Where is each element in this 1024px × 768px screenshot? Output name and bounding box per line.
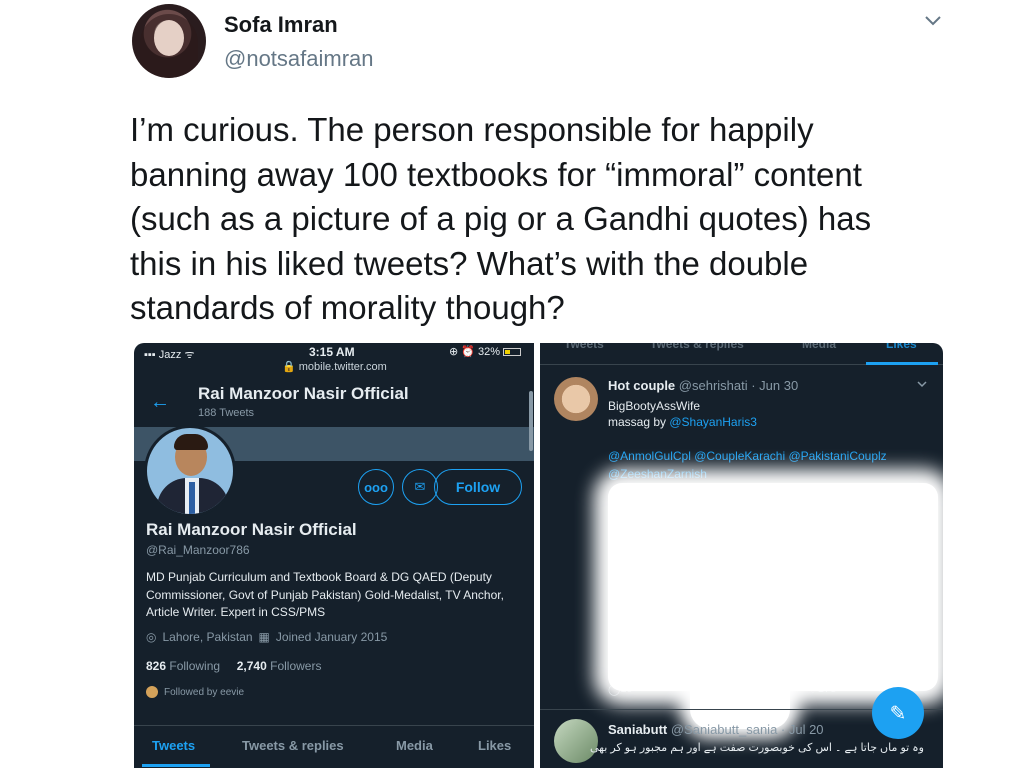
profile-bio: MD Punjab Curriculum and Textbook Board …: [146, 570, 504, 619]
tweet-text-line: I’m curious. The person responsible for …: [130, 111, 814, 148]
carrier-name: Jazz: [158, 349, 182, 361]
calendar-icon: ▦: [258, 630, 270, 644]
tab-tweets[interactable]: Tweets: [564, 343, 604, 351]
profile-screenshot[interactable]: ▪▪▪ Jazz ᯤ 3:15 AM 🔒 mobile.twitter.com …: [134, 343, 534, 768]
followed-by-text: Followed by eevie: [164, 686, 245, 698]
blurred-image-tail: [690, 673, 790, 729]
tab-tweets-replies[interactable]: Tweets & replies: [242, 738, 344, 753]
avatar-tie: [189, 482, 195, 514]
profile-joined: Joined January 2015: [275, 630, 388, 644]
profile-name: Rai Manzoor Nasir Official: [146, 520, 357, 539]
profile-meta: ◎ Lahore, Pakistan ▦ Joined January 2015: [146, 630, 387, 644]
active-tab-indicator: [142, 764, 210, 767]
chevron-down-icon[interactable]: [916, 379, 928, 389]
profile-header-title: Rai Manzoor Nasir Official: [198, 384, 409, 403]
tab-likes[interactable]: Likes: [478, 738, 511, 753]
profile-tabs: Tweets Tweets & replies Media Likes: [134, 725, 534, 768]
tweet-text: massag by: [608, 415, 670, 429]
feather-icon: ✎: [889, 702, 907, 725]
tab-tweets-replies[interactable]: Tweets & replies: [650, 343, 744, 351]
scrollbar[interactable]: [529, 391, 533, 451]
followers-label[interactable]: Followers: [270, 659, 321, 673]
tweet-text-line: standards of morality though?: [130, 289, 565, 326]
followers-count[interactable]: 2,740: [237, 659, 267, 673]
active-tab-indicator: [866, 362, 938, 365]
avatar[interactable]: [132, 4, 206, 78]
back-arrow-icon[interactable]: ←: [150, 392, 170, 412]
followed-by: Followed by eevie: [146, 686, 244, 698]
user-handle[interactable]: @notsafaimran: [224, 46, 374, 72]
author-name: Hot couple: [608, 378, 676, 393]
tab-media[interactable]: Media: [396, 738, 433, 753]
chevron-down-icon[interactable]: [922, 10, 944, 32]
tab-tweets[interactable]: Tweets: [152, 738, 195, 753]
url-bar: 🔒 mobile.twitter.com: [282, 361, 387, 373]
profile-handle: @Rai_Manzoor786: [146, 543, 250, 557]
status-bar: ▪▪▪ Jazz ᯤ 3:15 AM 🔒 mobile.twitter.com …: [134, 343, 534, 375]
tweet-header: Sofa Imran @notsafaimran: [132, 2, 952, 82]
battery-percent: 32%: [478, 346, 501, 358]
message-button[interactable]: ✉: [402, 469, 438, 505]
location-icon: ◎: [146, 630, 157, 644]
tweet-text: وہ تو ماں جاتا ہے ۔ اس کی خوبصورت صفت ہے…: [589, 742, 924, 754]
tweet-line: massag by @ShayanHaris3: [608, 415, 757, 429]
following-label[interactable]: Following: [169, 659, 220, 673]
tweet-count: 188 Tweets: [198, 407, 255, 419]
clock: 3:15 AM: [309, 345, 355, 359]
tweet-text-line: banning away 100 textbooks for “immoral”…: [130, 155, 862, 193]
compose-tweet-button[interactable]: ✎: [872, 687, 924, 739]
tweet-author[interactable]: Saniabutt @Saniabutt_sania · Jul 20: [608, 722, 824, 737]
following-count[interactable]: 826: [146, 659, 166, 673]
blurred-image: [608, 483, 938, 691]
follow-counts: 826 Following 2,740 Followers: [146, 659, 321, 673]
user-name[interactable]: Sofa Imran: [224, 12, 338, 38]
author-name: Saniabutt: [608, 722, 668, 737]
author-meta: @Saniabutt_sania · Jul 20: [670, 722, 824, 737]
follower-avatar: [146, 686, 158, 698]
likes-tabs: Tweets Tweets & replies Media Likes: [540, 343, 943, 365]
battery-indicator: ⊕ ⏰ 32%: [449, 345, 522, 358]
tweet-text-line: this in his liked tweets? What’s with th…: [130, 244, 809, 282]
mention-link[interactable]: @ShayanHaris3: [669, 415, 757, 429]
profile-location: Lahore, Pakistan: [162, 630, 253, 644]
likes-screenshot[interactable]: Tweets Tweets & replies Media Likes Hot …: [540, 343, 943, 768]
tab-media[interactable]: Media: [802, 343, 836, 351]
follow-button[interactable]: Follow: [434, 469, 522, 505]
profile-avatar[interactable]: [144, 425, 236, 517]
more-options-button[interactable]: ooo: [358, 469, 394, 505]
avatar-hair: [174, 434, 208, 450]
battery-icon: [503, 348, 522, 357]
url-text: mobile.twitter.com: [298, 361, 387, 373]
mention-links[interactable]: @ZeeshanZarnish: [608, 467, 707, 481]
mention-links[interactable]: @AnmolGulCpl @CoupleKarachi @PakistaniCo…: [608, 449, 887, 463]
tab-likes[interactable]: Likes: [886, 343, 917, 351]
author-meta: @sehrishati · Jun 30: [678, 378, 799, 393]
avatar-face: [154, 20, 184, 56]
tweet-author[interactable]: Hot couple @sehrishati · Jun 30: [608, 378, 798, 393]
tweet-line: BigBootyAssWife: [608, 399, 701, 413]
tweet-text-line: (such as a picture of a pig or a Gandhi …: [130, 200, 872, 237]
avatar[interactable]: [554, 377, 598, 421]
tweet-text: I’m curious. The person responsible for …: [130, 108, 950, 331]
carrier-label: ▪▪▪ Jazz ᯤ: [144, 349, 195, 361]
